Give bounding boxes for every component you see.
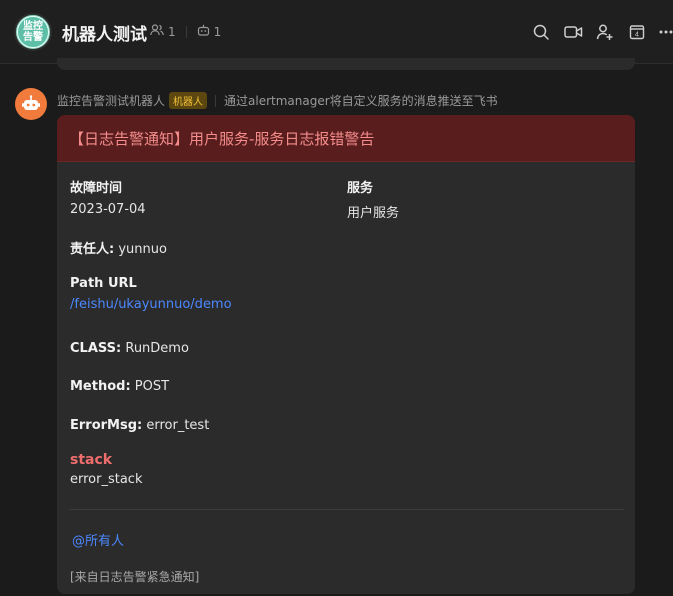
chat-meta: 1 1 xyxy=(150,24,221,39)
member-count: 1 xyxy=(168,24,176,39)
stack-value: error_stack xyxy=(70,472,143,487)
header-toolbar: 4 xyxy=(525,20,673,44)
stack-field: stack error_stack xyxy=(70,452,142,487)
group-avatar-text: 监控 告警 xyxy=(17,16,49,48)
errormsg-field: ErrorMsg: error_test xyxy=(70,414,209,433)
method-field: Method: POST xyxy=(70,375,169,394)
card-header: 【日志告警通知】用户服务-服务日志报错警告 xyxy=(57,115,635,162)
message-subtitle: 通过alertmanager将自定义服务的消息推送至飞书 xyxy=(224,94,498,108)
video-icon[interactable] xyxy=(557,20,589,44)
search-icon[interactable] xyxy=(525,20,557,44)
class-field: CLASS: RunDemo xyxy=(70,337,189,356)
message-meta: 监控告警测试机器人 机器人 通过alertmanager将自定义服务的消息推送至… xyxy=(57,92,498,109)
stack-label: stack xyxy=(70,452,113,468)
class-value: RunDemo xyxy=(121,341,189,356)
method-value: POST xyxy=(130,379,170,394)
errormsg-value: error_test xyxy=(142,418,210,433)
card-footer: [来自日志告警紧急通知] xyxy=(70,566,199,585)
service-label: 服务 xyxy=(347,181,374,196)
class-label: CLASS: xyxy=(70,341,122,356)
footer-note: [来自日志告警紧急通知] xyxy=(70,570,200,584)
errormsg-label: ErrorMsg: xyxy=(70,418,143,433)
meta-divider xyxy=(215,94,217,107)
calendar-day: 4 xyxy=(635,32,639,39)
mention-all[interactable]: @所有人 xyxy=(72,534,124,549)
owner-value: yunnuo xyxy=(114,242,167,257)
card-divider xyxy=(69,509,624,510)
members-icon[interactable] xyxy=(150,24,164,39)
meta-divider xyxy=(185,25,187,38)
path-link[interactable]: /feishu/ukayunnuo/demo xyxy=(70,297,232,312)
fault-time-value: 2023-07-04 xyxy=(70,202,146,217)
method-label: Method: xyxy=(70,379,131,394)
group-avatar-line2: 告警 xyxy=(23,32,43,43)
add-member-icon[interactable] xyxy=(589,20,621,44)
chat-header: 监控 告警 机器人测试 1 1 4 xyxy=(0,0,673,64)
bot-icon[interactable] xyxy=(197,24,210,39)
card-title: 【日志告警通知】用户服务-服务日志报错警告 xyxy=(69,129,375,148)
previous-card xyxy=(57,58,635,70)
more-icon[interactable] xyxy=(653,20,673,44)
fault-time-field: 故障时间 2023-07-04 xyxy=(70,177,146,217)
alert-card: 【日志告警通知】用户服务-服务日志报错警告 故障时间 2023-07-04 服务… xyxy=(57,115,635,594)
owner-field: 责任人: yunnuo xyxy=(70,238,167,257)
group-avatar[interactable]: 监控 告警 xyxy=(14,13,52,51)
bot-badge: 机器人 xyxy=(169,92,208,109)
owner-label: 责任人: xyxy=(70,242,115,257)
bot-count: 1 xyxy=(213,24,222,39)
service-value: 用户服务 xyxy=(347,206,400,221)
sender-name[interactable]: 监控告警测试机器人 xyxy=(57,92,165,109)
path-label: Path URL xyxy=(70,276,137,291)
bot-avatar[interactable] xyxy=(15,88,47,120)
robot-icon xyxy=(22,95,40,110)
mention-field: @所有人 xyxy=(72,530,124,549)
calendar-icon[interactable]: 4 xyxy=(621,20,653,44)
chat-title[interactable]: 机器人测试 xyxy=(62,20,147,45)
fault-time-label: 故障时间 xyxy=(70,181,123,196)
service-field: 服务 用户服务 xyxy=(347,177,399,221)
group-avatar-line1: 监控 xyxy=(23,21,43,32)
path-field: Path URL /feishu/ukayunnuo/demo xyxy=(70,276,232,312)
